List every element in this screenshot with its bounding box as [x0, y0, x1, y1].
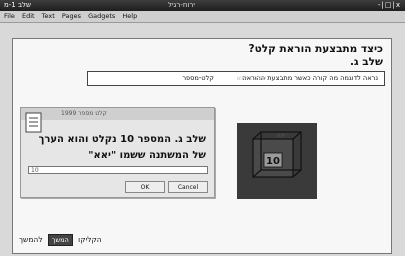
- page-title: כיצד מתבצעת הוראת קלט? שלב ג.: [249, 43, 384, 69]
- instruction-faded-text: שלב ג יאא: [236, 74, 266, 82]
- dialog-prompt: שלב ג. המספר 10 נקלט והוא הערך של המשתנה…: [38, 134, 206, 161]
- instruction-bar: נראה לדוגמה מה קורה כאשר מתבצעת ההוראה ש…: [87, 71, 385, 86]
- app-label: שלב 1-מ: [4, 1, 31, 9]
- dialog-title: קלט מספר 1999: [61, 110, 107, 117]
- cancel-button[interactable]: Cancel: [168, 181, 208, 193]
- window-title: ירוח-רגיל: [168, 1, 195, 9]
- menu-edit[interactable]: Edit: [22, 11, 35, 22]
- question-heading: כיצד מתבצעת הוראת קלט?: [248, 43, 384, 55]
- continue-row: הקליקו המשך להמשך: [19, 233, 102, 247]
- menu-file[interactable]: File: [4, 11, 15, 22]
- dialog-title-bar: קלט מספר 1999: [21, 108, 214, 120]
- variable-cube-panel: יאא 10: [237, 123, 317, 199]
- document-icon: [25, 112, 42, 133]
- window-title-bar: שלב 1-מ ירוח-רגיל -|□|x: [0, 0, 405, 11]
- menu-gadgets[interactable]: Gadgets: [88, 11, 115, 22]
- window-controls[interactable]: -|□|x: [378, 0, 401, 11]
- continue-text-before: הקליקו: [78, 235, 102, 244]
- step-heading: שלב ג.: [349, 56, 383, 68]
- continue-button[interactable]: המשך: [48, 234, 73, 246]
- menu-pages[interactable]: Pages: [62, 11, 81, 22]
- menu-help[interactable]: Help: [122, 11, 137, 22]
- cube-value: 10: [266, 156, 280, 167]
- cube-label: יאא: [276, 132, 285, 139]
- menu-text[interactable]: Text: [42, 11, 55, 22]
- input-dialog: קלט מספר 1999 שלב ג. המספר 10 נקלט והוא …: [20, 107, 215, 198]
- cube-icon: יאא 10: [252, 131, 302, 178]
- menu-bar: File Edit Text Pages Gadgets Help: [0, 11, 405, 23]
- dialog-input-field[interactable]: 10: [28, 166, 208, 174]
- continue-text-after: להמשך: [19, 235, 43, 244]
- instruction-command: קלט-מספר: [182, 74, 214, 82]
- ok-button[interactable]: OK: [125, 181, 165, 193]
- lesson-page: כיצד מתבצעת הוראת קלט? שלב ג. נראה לדוגמ…: [12, 38, 392, 254]
